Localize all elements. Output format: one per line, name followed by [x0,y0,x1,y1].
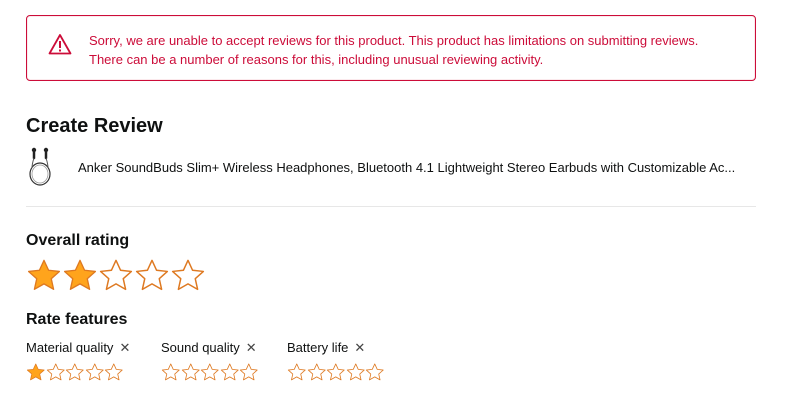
feature-rating-3: Battery life ✕ [287,338,384,388]
remove-feature-icon[interactable]: ✕ [354,341,365,354]
alert-message-line-2: There can be a number of reasons for thi… [89,52,544,67]
remove-feature-icon[interactable]: ✕ [246,341,257,354]
feature-star-5-empty-icon[interactable] [365,362,385,382]
page-title: Create Review [26,115,163,137]
feature-stars[interactable] [287,362,385,382]
feature-star-1-empty-icon[interactable] [161,362,181,382]
feature-rating-2: Sound quality ✕ [161,338,259,388]
rate-features-label: Rate features [26,311,128,328]
overall-star-2-filled-icon[interactable] [62,258,98,292]
feature-stars[interactable] [161,362,259,382]
overall-rating-stars[interactable] [26,258,206,292]
overall-star-3-empty-icon[interactable] [98,258,134,292]
overall-star-1-filled-icon[interactable] [26,258,62,292]
overall-star-5-empty-icon[interactable] [170,258,206,292]
section-divider [26,206,756,207]
feature-star-4-empty-icon[interactable] [220,362,240,382]
feature-stars[interactable] [26,362,124,382]
feature-header: Sound quality ✕ [161,338,257,356]
earbuds-product-image [29,147,51,186]
feature-star-2-empty-icon[interactable] [181,362,201,382]
remove-feature-icon[interactable]: ✕ [119,341,130,354]
warning-triangle-icon [48,34,72,55]
alert-message: Sorry, we are unable to accept reviews f… [89,31,749,69]
product-summary: Anker SoundBuds Slim+ Wireless Headphone… [26,146,756,188]
feature-header: Battery life ✕ [287,338,365,356]
feature-star-1-empty-icon[interactable] [287,362,307,382]
overall-rating-label: Overall rating [26,232,130,249]
feature-star-5-empty-icon[interactable] [239,362,259,382]
error-alert: Sorry, we are unable to accept reviews f… [26,15,756,81]
feature-name: Sound quality [161,339,240,355]
product-title: Anker SoundBuds Slim+ Wireless Headphone… [78,160,736,175]
alert-message-line-1: Sorry, we are unable to accept reviews f… [89,33,699,48]
feature-name: Material quality [26,339,114,355]
feature-name: Battery life [287,339,349,355]
feature-star-2-empty-icon[interactable] [307,362,327,382]
feature-star-4-empty-icon[interactable] [346,362,366,382]
feature-rating-1: Material quality ✕ [26,338,130,388]
feature-header: Material quality ✕ [26,338,130,356]
feature-star-4-empty-icon[interactable] [85,362,105,382]
overall-star-4-empty-icon[interactable] [134,258,170,292]
feature-star-3-empty-icon[interactable] [200,362,220,382]
feature-star-1-filled-icon[interactable] [26,362,46,382]
feature-star-5-empty-icon[interactable] [104,362,124,382]
feature-star-3-empty-icon[interactable] [326,362,346,382]
feature-star-2-empty-icon[interactable] [46,362,66,382]
feature-star-3-empty-icon[interactable] [65,362,85,382]
